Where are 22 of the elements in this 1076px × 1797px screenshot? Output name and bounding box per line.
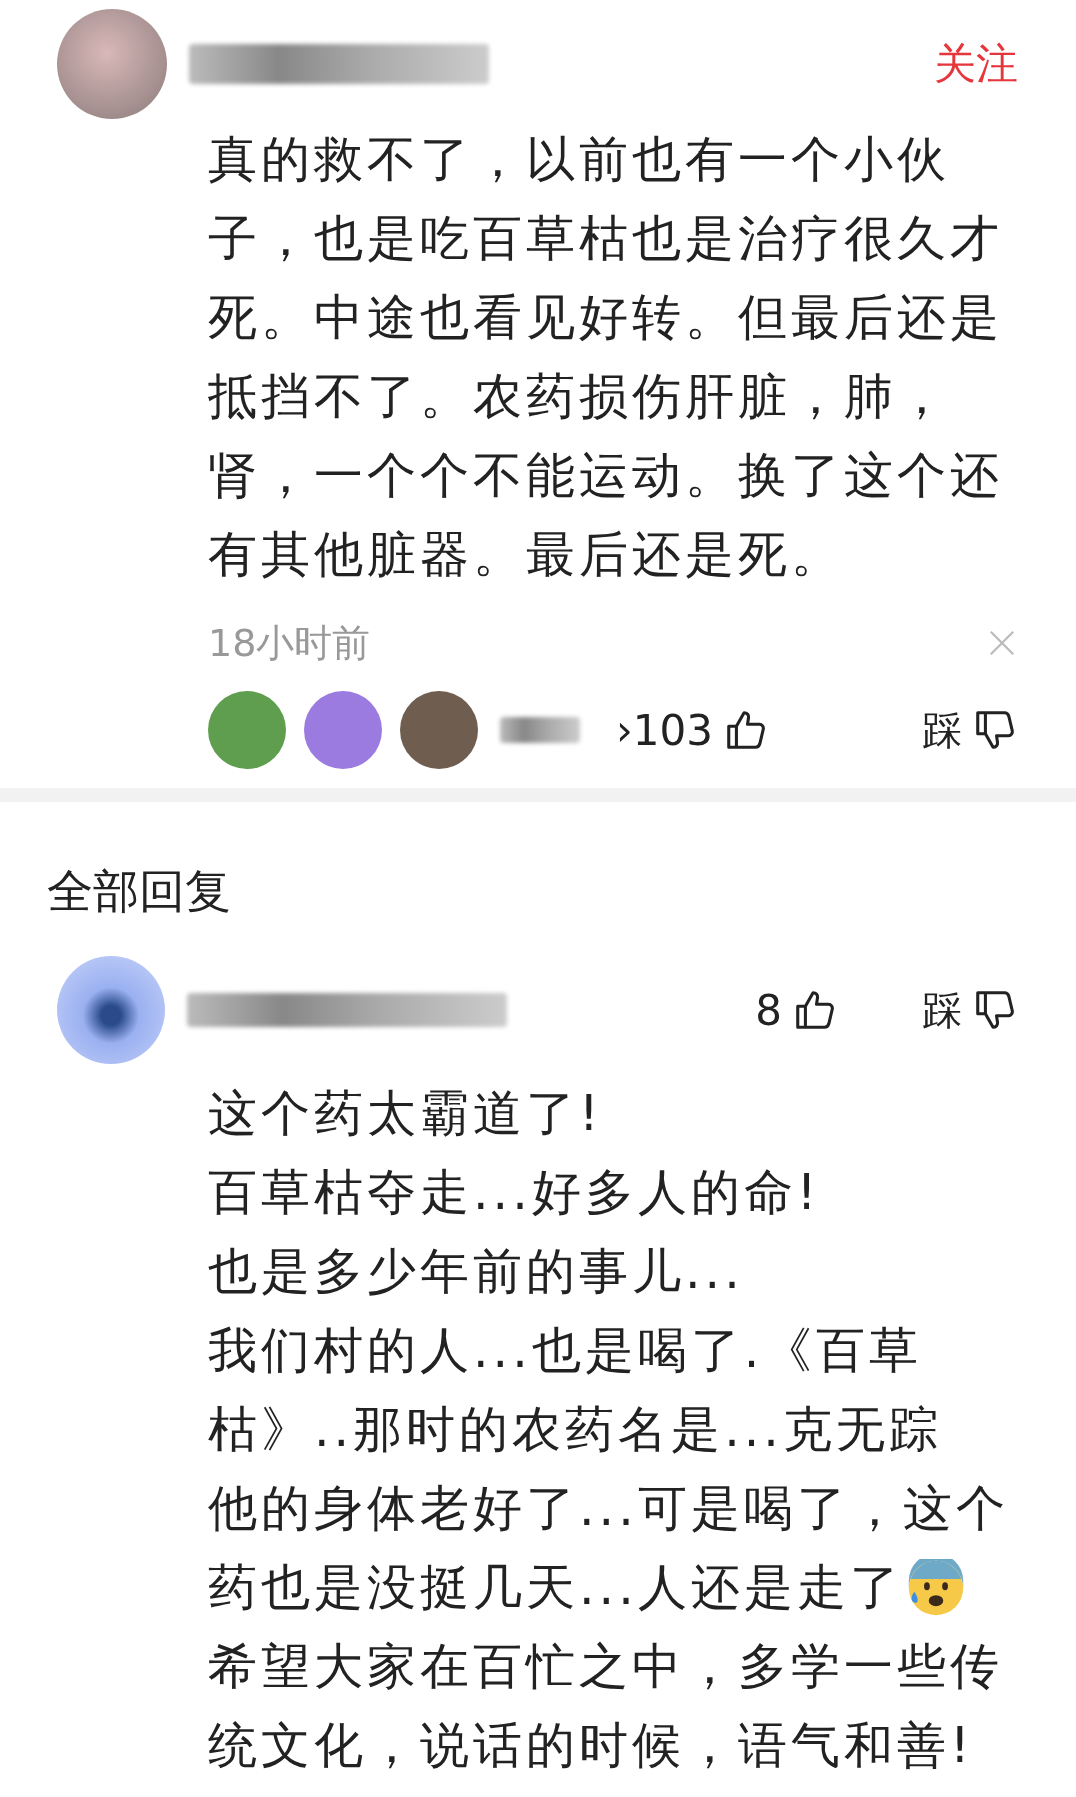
comment-text: 子，也是吃百草枯也是治疗很久才 — [208, 209, 1003, 269]
reply-text: 药也是没挺几天...人还是走了 — [208, 1558, 903, 1618]
reply-text: 我们村的人...也是喝了.《百草 — [208, 1321, 923, 1381]
reply-text: 他的身体老好了...可是喝了，这个 — [208, 1479, 1009, 1539]
comment-text: 有其他脏器。最后还是死。 — [208, 525, 844, 585]
reply-text: 百草枯夺走...好多人的命! — [208, 1163, 821, 1223]
comment-text: 死。中途也看见好转。但最后还是 — [208, 288, 1003, 348]
reply-text: 希望大家在百忙之中，多学一些传 — [208, 1637, 1003, 1697]
timestamp: 18小时前 — [208, 619, 371, 667]
reply-text: 枯》..那时的农药名是...克无踪 — [208, 1400, 942, 1460]
like-count: 8 — [755, 985, 782, 1035]
follow-button[interactable]: 关注 — [934, 36, 1018, 92]
reply-text: 也是多少年前的事儿... — [208, 1242, 744, 1302]
dislike-label[interactable]: 踩 — [922, 982, 962, 1038]
comment-text: 肾，一个个不能运动。换了这个还 — [208, 446, 1003, 506]
comment-text: 真的救不了，以前也有一个小伙 — [208, 130, 950, 190]
comment-text: 抵挡不了。农药损伤肝脏，肺， — [208, 367, 950, 427]
reply-text: 这个药太霸道了! — [208, 1084, 603, 1144]
dislike-label[interactable]: 踩 — [922, 702, 962, 758]
section-title: 全部回复 — [46, 863, 232, 920]
like-count: ›103 — [616, 705, 713, 755]
reply-text: 统文化，说话的时候，语气和善! — [208, 1716, 974, 1776]
